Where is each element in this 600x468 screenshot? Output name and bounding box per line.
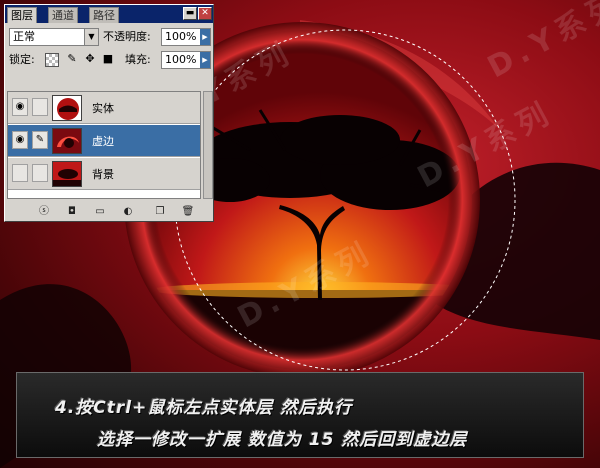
layer-thumbnail <box>52 128 82 154</box>
instruction-caption: 4.按Ctrl+鼠标左点实体层 然后执行 选择一修改一扩展 数值为 15 然后回… <box>16 372 584 458</box>
link-cell[interactable] <box>32 164 48 182</box>
fill-value: 100% <box>165 53 197 66</box>
layer-name: 背景 <box>92 168 114 181</box>
opacity-label: 不透明度: <box>103 30 151 43</box>
link-layers-icon[interactable]: ⓢ <box>37 205 51 219</box>
new-folder-icon[interactable]: ▭ <box>93 205 107 219</box>
layers-panel: 图层 通道 路径 ▬ ✕ 正常 ▼ 不透明度: 100% ▶ 锁定: ✎ ✥ ■… <box>4 4 214 222</box>
eye-icon[interactable]: ◉ <box>12 98 28 116</box>
adjustment-icon[interactable]: ◐ <box>121 205 135 219</box>
layer-row-background[interactable]: 背景 <box>8 158 200 190</box>
layer-row-solid[interactable]: ◉ 实体 <box>8 92 200 124</box>
chevron-right-icon[interactable]: ▶ <box>200 29 210 45</box>
checker-icon[interactable] <box>45 53 59 67</box>
lock-label: 锁定: <box>9 53 35 66</box>
layer-thumbnail <box>52 161 82 187</box>
layer-thumbnail <box>52 95 82 121</box>
layer-list-scrollbar[interactable] <box>203 91 213 199</box>
tab-paths[interactable]: 路径 <box>89 7 119 23</box>
layer-row-feather[interactable]: ◉ ✎ 虚边 <box>8 125 200 157</box>
caption-line-1: 4.按Ctrl+鼠标左点实体层 然后执行 <box>55 398 353 418</box>
lock-icon[interactable]: ■ <box>101 52 115 66</box>
layer-name: 虚边 <box>92 135 114 148</box>
layer-list: ◉ 实体 ◉ ✎ 虚边 背景 <box>7 91 201 199</box>
trash-icon[interactable]: 🗑 <box>181 205 195 219</box>
panel-footer: ⓢ ◘ ▭ ◐ ❐ 🗑 <box>7 203 213 221</box>
opacity-value: 100% <box>165 30 197 43</box>
tab-channels[interactable]: 通道 <box>48 7 78 23</box>
layer-name: 实体 <box>92 102 114 115</box>
brush-icon[interactable]: ✎ <box>65 52 79 66</box>
caption-line-2: 选择一修改一扩展 数值为 15 然后回到虚边层 <box>97 430 468 450</box>
visibility-toggle[interactable] <box>12 164 28 182</box>
brush-icon[interactable]: ✎ <box>32 131 48 149</box>
link-cell[interactable] <box>32 98 48 116</box>
new-layer-icon[interactable]: ❐ <box>153 205 167 219</box>
fill-label: 填充: <box>125 53 151 66</box>
blend-mode-value: 正常 <box>13 30 35 43</box>
fill-field[interactable]: 100% ▶ <box>161 51 211 69</box>
eye-icon[interactable]: ◉ <box>12 131 28 149</box>
panel-tab-bar: 图层 通道 路径 ▬ ✕ <box>5 5 213 23</box>
chevron-down-icon: ▼ <box>84 29 98 45</box>
layer-mask-icon[interactable]: ◘ <box>65 205 79 219</box>
move-icon[interactable]: ✥ <box>83 52 97 66</box>
close-icon[interactable]: ✕ <box>198 7 212 20</box>
minimize-icon[interactable]: ▬ <box>183 7 197 20</box>
tab-layers[interactable]: 图层 <box>7 7 37 23</box>
blend-mode-select[interactable]: 正常 ▼ <box>9 28 99 46</box>
lock-fill-row: 锁定: ✎ ✥ ■ 填充: 100% ▶ <box>7 49 211 71</box>
chevron-right-icon[interactable]: ▶ <box>200 52 210 68</box>
blend-opacity-row: 正常 ▼ 不透明度: 100% ▶ <box>7 26 211 48</box>
opacity-field[interactable]: 100% ▶ <box>161 28 211 46</box>
